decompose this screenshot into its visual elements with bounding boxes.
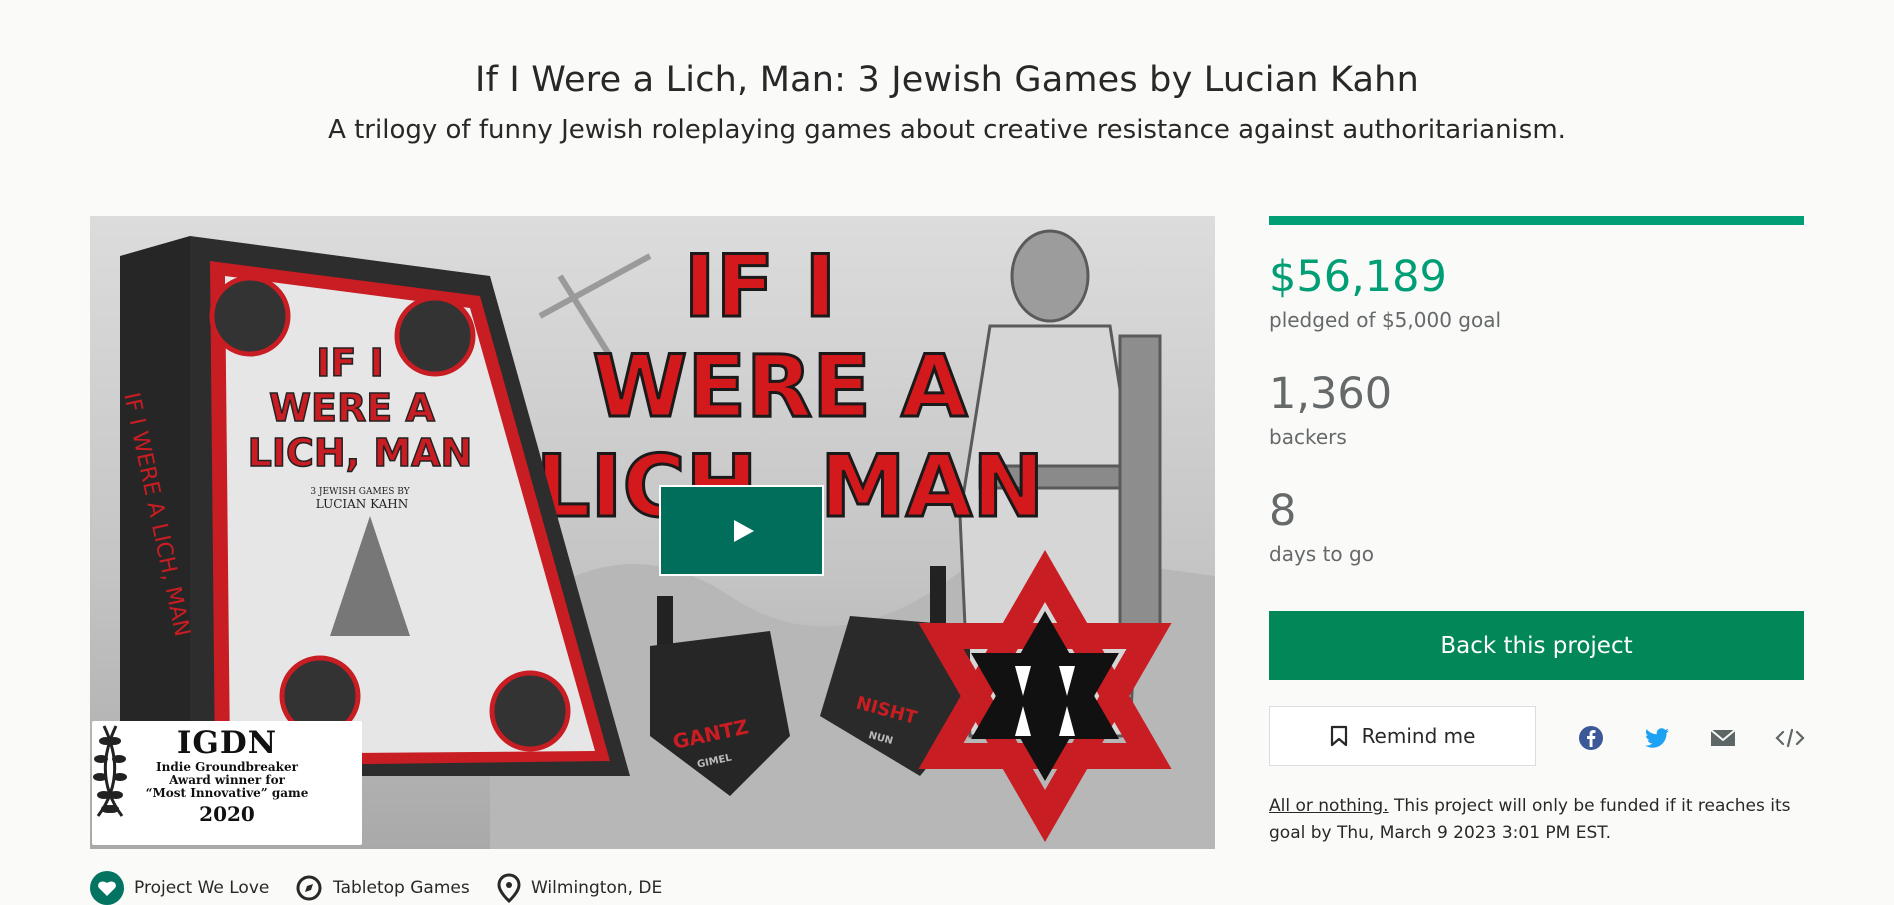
all-or-nothing-note: All or nothing. This project will only b… xyxy=(1269,793,1804,847)
project-we-love-label: Project We Love xyxy=(134,878,270,898)
backers-label: backers xyxy=(1269,425,1347,449)
heart-badge-icon xyxy=(90,871,124,905)
box-title-line3: LICH, MAN xyxy=(248,431,473,475)
badge-line3: “Most Innovative” game xyxy=(145,786,309,800)
facebook-icon[interactable] xyxy=(1577,724,1605,752)
remind-me-button[interactable]: Remind me xyxy=(1269,706,1536,766)
remind-me-label: Remind me xyxy=(1361,724,1476,748)
art-title-line2: WERE A xyxy=(592,337,968,437)
location-pin-icon xyxy=(497,873,521,903)
project-subtitle: A trilogy of funny Jewish roleplaying ga… xyxy=(328,115,1566,145)
twitter-icon[interactable] xyxy=(1643,724,1671,752)
project-title: If I Were a Lich, Man: 3 Jewish Games by… xyxy=(475,60,1419,100)
embed-code-icon[interactable] xyxy=(1774,724,1806,752)
pledged-goal-label: pledged of $5,000 goal xyxy=(1269,308,1502,332)
back-project-button[interactable]: Back this project xyxy=(1269,611,1804,680)
igdn-award-badge: IGDN Indie Groundbreaker Award winner fo… xyxy=(92,721,362,845)
box-author: LUCIAN KAHN xyxy=(316,497,408,511)
box-byline: 3 JEWISH GAMES BY xyxy=(310,487,410,497)
compass-icon xyxy=(296,875,322,901)
badge-title: IGDN xyxy=(176,725,278,761)
category-label: Tabletop Games xyxy=(333,878,470,898)
play-icon xyxy=(733,519,754,542)
backers-count: 1,360 xyxy=(1269,369,1393,419)
category-tag[interactable]: Tabletop Games xyxy=(295,873,470,903)
location-tag[interactable]: Wilmington, DE xyxy=(497,873,662,903)
days-count: 8 xyxy=(1269,486,1297,536)
hero-video[interactable]: IF I WERE A LICH, MAN IF I WERE A LICH, … xyxy=(90,216,1215,849)
funding-progress-bar xyxy=(1269,216,1804,225)
play-video-button[interactable] xyxy=(659,485,824,576)
box-title-line2: WERE A xyxy=(269,386,435,430)
project-we-love-tag[interactable]: Project We Love xyxy=(90,871,270,905)
badge-year: 2020 xyxy=(199,802,255,826)
email-icon[interactable] xyxy=(1709,724,1737,752)
bookmark-icon xyxy=(1330,725,1347,747)
art-title-line1: IF I xyxy=(684,237,837,337)
pledged-amount: $56,189 xyxy=(1269,252,1447,302)
days-label: days to go xyxy=(1269,542,1374,566)
box-title-line1: IF I xyxy=(316,341,383,385)
location-label: Wilmington, DE xyxy=(531,878,663,898)
laurel-right-icon xyxy=(96,725,127,817)
all-or-nothing-link[interactable]: All or nothing. xyxy=(1269,796,1389,816)
